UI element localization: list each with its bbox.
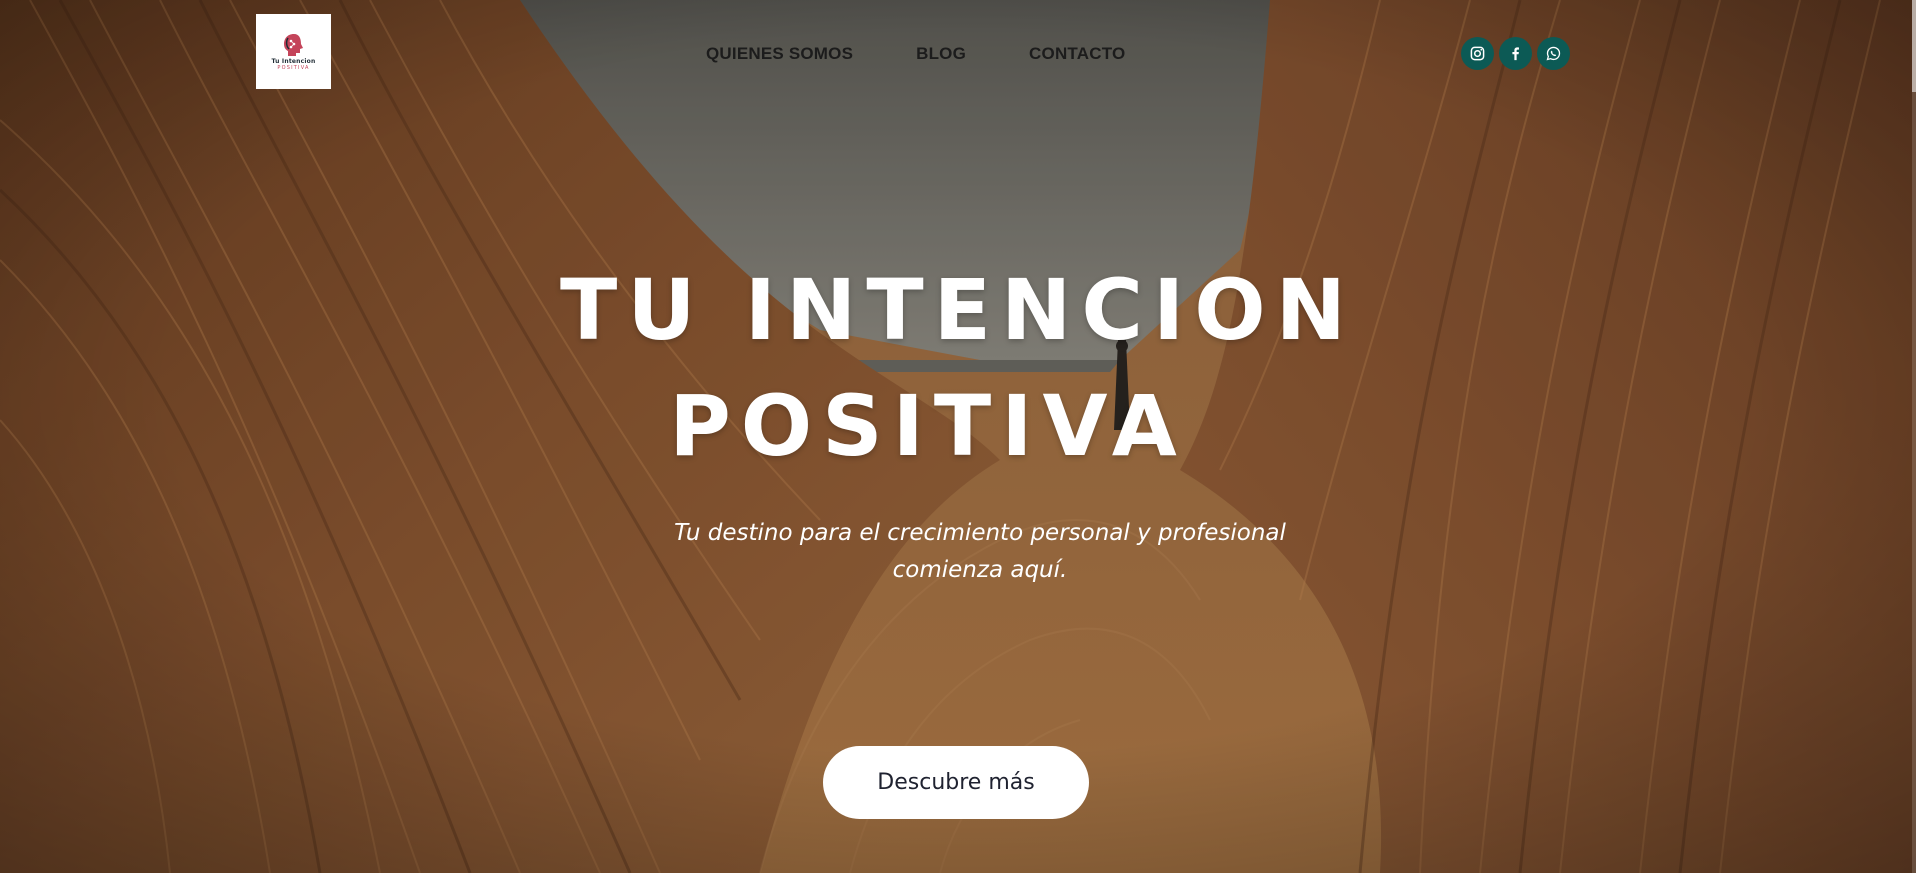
instagram-icon xyxy=(1470,46,1485,61)
brain-head-icon xyxy=(283,34,303,56)
hero-subtitle: Tu destino para el crecimiento personal … xyxy=(674,520,1286,583)
nav-item-blog[interactable]: BLOG xyxy=(916,44,966,64)
hero-section: Tu Intencion POSITIVA QUIENES SOMOS BLOG… xyxy=(0,0,1916,873)
whatsapp-icon xyxy=(1546,46,1561,61)
facebook-icon xyxy=(1512,47,1519,61)
page-scrollbar[interactable] xyxy=(1912,0,1916,873)
logo-text-line2: POSITIVA xyxy=(277,65,310,71)
nav-item-contacto[interactable]: CONTACTO xyxy=(1029,44,1125,64)
scrollbar-thumb[interactable] xyxy=(1912,0,1916,92)
nav-item-quienes-somos[interactable]: QUIENES SOMOS xyxy=(706,44,853,64)
descubre-mas-button[interactable]: Descubre más xyxy=(823,746,1089,819)
main-nav: QUIENES SOMOS BLOG CONTACTO xyxy=(706,44,1188,64)
logo-text-line1: Tu Intencion xyxy=(271,58,316,65)
instagram-link[interactable] xyxy=(1461,37,1494,70)
facebook-link[interactable] xyxy=(1499,37,1532,70)
site-logo[interactable]: Tu Intencion POSITIVA xyxy=(256,14,331,89)
hero-background-image xyxy=(0,0,1916,873)
social-links xyxy=(1461,37,1570,70)
whatsapp-link[interactable] xyxy=(1537,37,1570,70)
